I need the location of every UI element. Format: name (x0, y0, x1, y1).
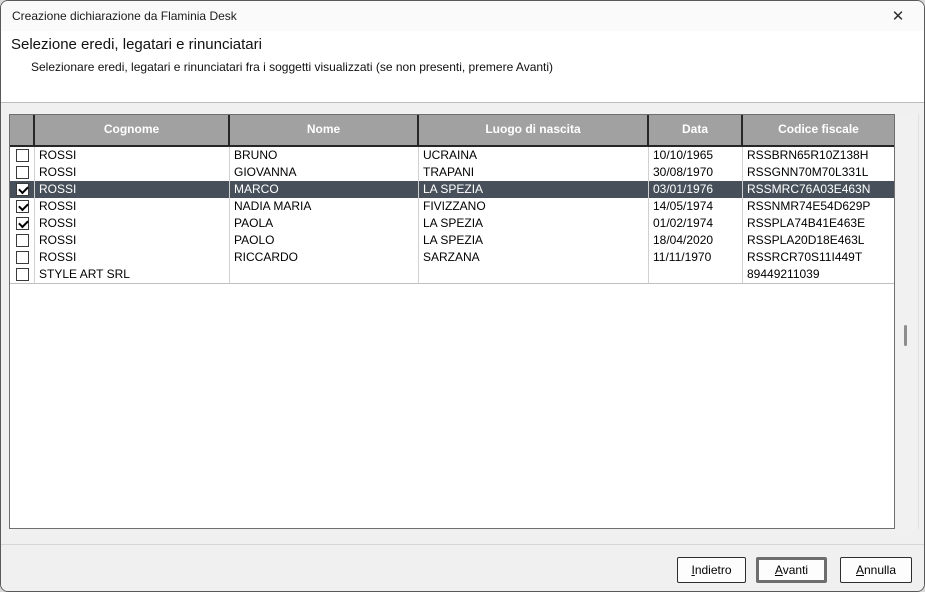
cell-luogo: UCRAINA (419, 147, 649, 164)
cell-luogo (419, 266, 649, 283)
cell-data: 14/05/1974 (649, 198, 743, 215)
cell-cognome: ROSSI (35, 147, 230, 164)
row-select-cell (10, 164, 35, 181)
cell-data: 03/01/1976 (649, 181, 743, 198)
cell-luogo: FIVIZZANO (419, 198, 649, 215)
button-label: A (856, 563, 864, 577)
column-header-cf[interactable]: Codice fiscale (743, 115, 894, 145)
cell-codice-fiscale: RSSGNN70M70L331L (743, 164, 894, 181)
table-row[interactable]: ROSSI RICCARDO SARZANA 11/11/1970 RSSRCR… (10, 249, 894, 266)
window-title: Creazione dichiarazione da Flaminia Desk (12, 1, 237, 31)
row-checkbox[interactable] (16, 183, 29, 196)
cell-codice-fiscale: 89449211039 (743, 266, 894, 283)
cell-cognome: ROSSI (35, 164, 230, 181)
cell-nome: PAOLA (230, 215, 419, 232)
cell-codice-fiscale: RSSPLA74B41E463E (743, 215, 894, 232)
indietro-button[interactable]: Indietro (677, 557, 746, 583)
table-header-row: Cognome Nome Luogo di nascita Data Codic… (10, 115, 894, 147)
row-checkbox[interactable] (16, 149, 29, 162)
column-header-select[interactable] (10, 115, 35, 145)
subjects-table: Cognome Nome Luogo di nascita Data Codic… (9, 114, 895, 529)
row-checkbox[interactable] (16, 251, 29, 264)
cell-codice-fiscale: RSSPLA20D18E463L (743, 232, 894, 249)
close-icon: ✕ (892, 7, 905, 25)
annulla-button[interactable]: Annulla (840, 557, 912, 583)
cell-cognome: STYLE ART SRL (35, 266, 230, 283)
button-label: A (775, 563, 783, 577)
wizard-header: Selezione eredi, legatari e rinunciatari… (1, 31, 924, 103)
content-area: Cognome Nome Luogo di nascita Data Codic… (1, 103, 924, 591)
table-row[interactable]: STYLE ART SRL 89449211039 (10, 266, 894, 283)
cell-cognome: ROSSI (35, 249, 230, 266)
cell-luogo: LA SPEZIA (419, 215, 649, 232)
table-row[interactable]: ROSSI PAOLO LA SPEZIA 18/04/2020 RSSPLA2… (10, 232, 894, 249)
row-select-cell (10, 266, 35, 283)
row-select-cell (10, 249, 35, 266)
column-header-nome[interactable]: Nome (230, 115, 419, 145)
cell-data: 30/08/1970 (649, 164, 743, 181)
table-row[interactable]: ROSSI NADIA MARIA FIVIZZANO 14/05/1974 R… (10, 198, 894, 215)
row-select-cell (10, 147, 35, 164)
cell-luogo: TRAPANI (419, 164, 649, 181)
cell-nome: NADIA MARIA (230, 198, 419, 215)
table-row[interactable]: ROSSI BRUNO UCRAINA 10/10/1965 RSSBRN65R… (10, 147, 894, 164)
cell-cognome: ROSSI (35, 232, 230, 249)
cell-codice-fiscale: RSSNMR74E54D629P (743, 198, 894, 215)
cell-codice-fiscale: RSSMRC76A03E463N (743, 181, 894, 198)
cell-cognome: ROSSI (35, 198, 230, 215)
row-checkbox[interactable] (16, 234, 29, 247)
cell-data: 01/02/1974 (649, 215, 743, 232)
vertical-scrollbar[interactable] (896, 114, 919, 529)
scrollbar-thumb[interactable] (904, 325, 907, 346)
dialog-window: Creazione dichiarazione da Flaminia Desk… (0, 0, 925, 592)
cell-codice-fiscale: RSSRCR70S11I449T (743, 249, 894, 266)
row-select-cell (10, 198, 35, 215)
cell-data: 10/10/1965 (649, 147, 743, 164)
button-label: vanti (783, 563, 808, 577)
title-bar: Creazione dichiarazione da Flaminia Desk… (1, 1, 924, 31)
cell-data (649, 266, 743, 283)
page-subtitle: Selezionare eredi, legatari e rinunciata… (31, 60, 553, 74)
row-checkbox[interactable] (16, 166, 29, 179)
cell-luogo: LA SPEZIA (419, 232, 649, 249)
cell-codice-fiscale: RSSBRN65R10Z138H (743, 147, 894, 164)
table-row[interactable]: ROSSI GIOVANNA TRAPANI 30/08/1970 RSSGNN… (10, 164, 894, 181)
cell-nome: RICCARDO (230, 249, 419, 266)
cell-data: 18/04/2020 (649, 232, 743, 249)
page-title: Selezione eredi, legatari e rinunciatari (11, 36, 262, 53)
footer-divider (1, 544, 924, 545)
row-select-cell (10, 215, 35, 232)
cell-cognome: ROSSI (35, 215, 230, 232)
table-row[interactable]: ROSSI PAOLA LA SPEZIA 01/02/1974 RSSPLA7… (10, 215, 894, 232)
button-label: ndietro (695, 563, 732, 577)
cell-luogo: SARZANA (419, 249, 649, 266)
avanti-button[interactable]: Avanti (756, 557, 827, 583)
button-label: nnulla (864, 563, 896, 577)
row-select-cell (10, 232, 35, 249)
cell-nome (230, 266, 419, 283)
close-button[interactable]: ✕ (877, 2, 919, 30)
column-header-luogo[interactable]: Luogo di nascita (419, 115, 649, 145)
row-checkbox[interactable] (16, 268, 29, 281)
cell-nome: PAOLO (230, 232, 419, 249)
column-header-cognome[interactable]: Cognome (35, 115, 230, 145)
cell-nome: MARCO (230, 181, 419, 198)
row-checkbox[interactable] (16, 217, 29, 230)
cell-data: 11/11/1970 (649, 249, 743, 266)
table-body: ROSSI BRUNO UCRAINA 10/10/1965 RSSBRN65R… (10, 147, 894, 284)
row-select-cell (10, 181, 35, 198)
table-row[interactable]: ROSSI MARCO LA SPEZIA 03/01/1976 RSSMRC7… (10, 181, 894, 198)
column-header-data[interactable]: Data (649, 115, 743, 145)
cell-luogo: LA SPEZIA (419, 181, 649, 198)
cell-cognome: ROSSI (35, 181, 230, 198)
row-checkbox[interactable] (16, 200, 29, 213)
cell-nome: GIOVANNA (230, 164, 419, 181)
cell-nome: BRUNO (230, 147, 419, 164)
